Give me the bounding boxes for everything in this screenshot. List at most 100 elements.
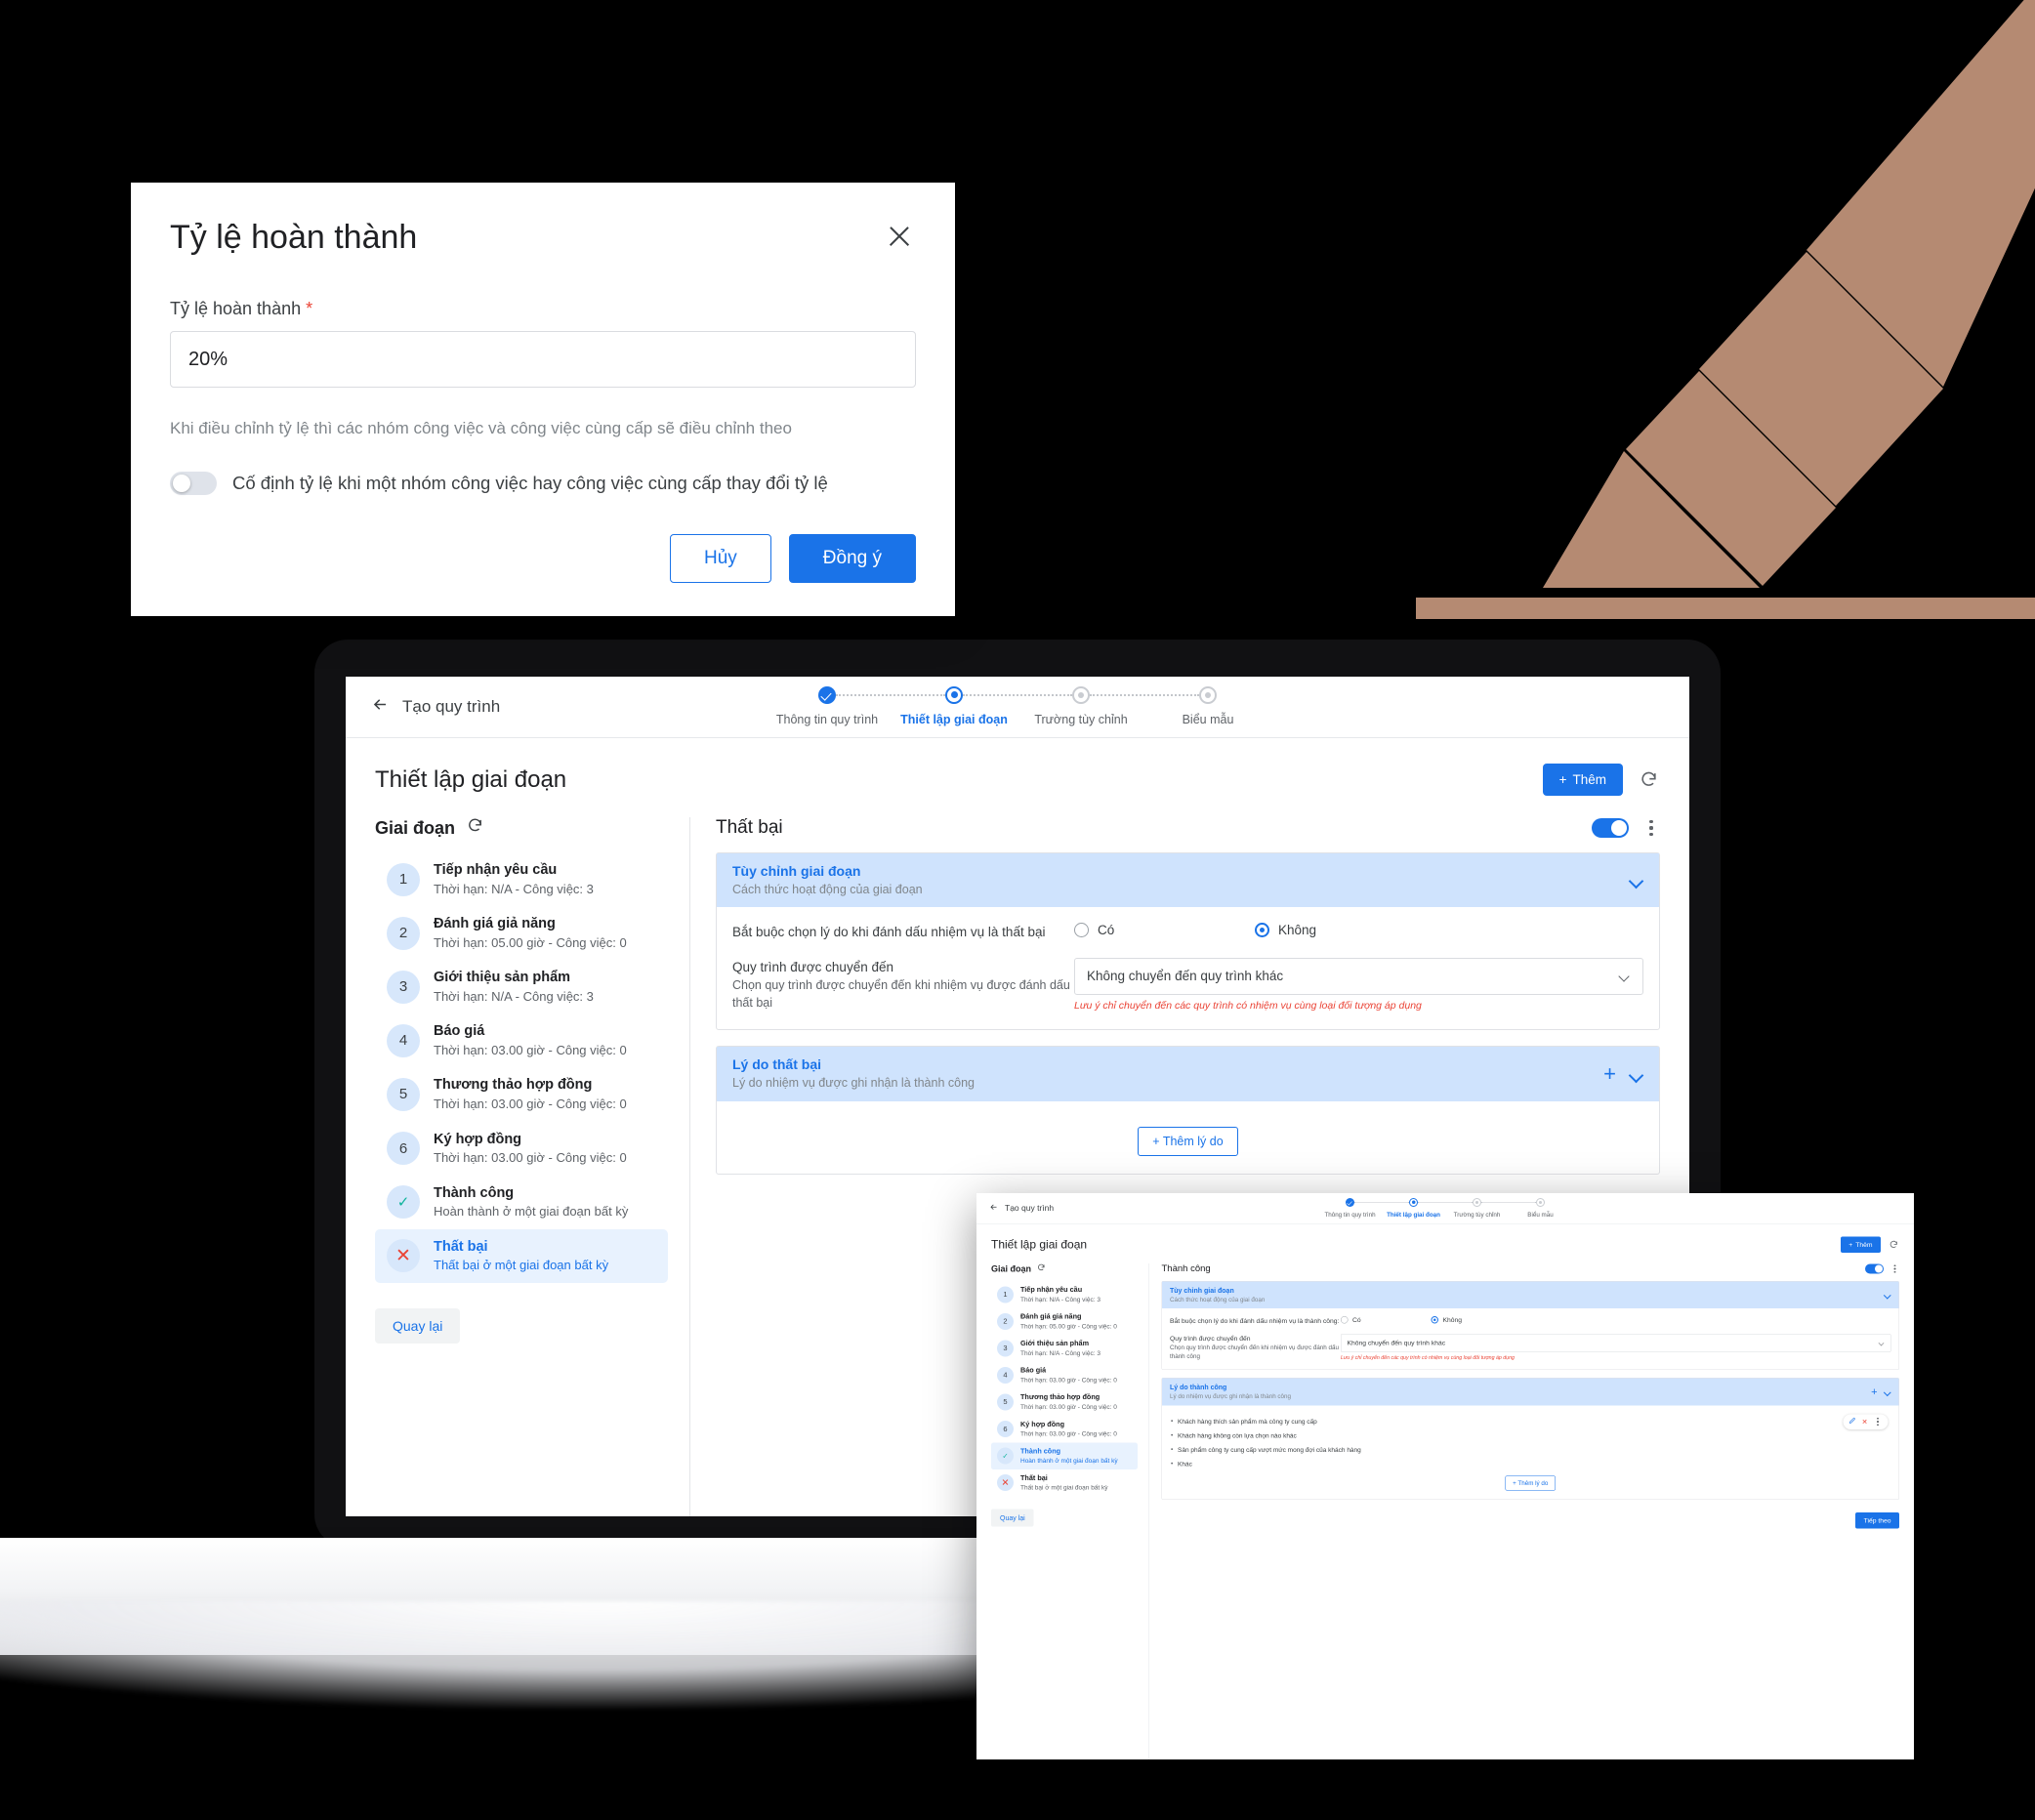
wizard-stepper: Thông tin quy trình Thiết lập giai đoạn … bbox=[764, 685, 1271, 728]
require-reason-row: Bắt buộc chọn lý do khi đánh dấu nhiệm v… bbox=[1170, 1316, 1891, 1326]
stage-item-6[interactable]: 6 Ký hợp đồng Thời hạn: 03.00 giờ - Công… bbox=[375, 1122, 668, 1176]
stage-meta: Thời hạn: 03.00 giờ - Công việc: 0 bbox=[434, 1150, 627, 1166]
success-reason-card-body: Khách hàng thích sản phẩm mà công ty cun… bbox=[1162, 1405, 1899, 1499]
refresh-icon[interactable] bbox=[467, 817, 483, 839]
stage-item-4[interactable]: 4 Báo giá Thời hạn: 03.00 giờ - Công việ… bbox=[991, 1362, 1138, 1389]
stage-item-2[interactable]: 2 Đánh giá giả năng Thời hạn: 05.00 giờ … bbox=[991, 1308, 1138, 1336]
list-item[interactable]: Sản phẩm công ty cung cấp vượt mức mong … bbox=[1170, 1442, 1891, 1457]
chevron-down-icon[interactable] bbox=[1885, 1293, 1891, 1298]
failure-reason-card-header[interactable]: Lý do thất bại Lý do nhiệm vụ được ghi n… bbox=[717, 1047, 1659, 1101]
next-button[interactable]: Tiếp theo bbox=[1855, 1511, 1899, 1529]
radio-no[interactable]: Không bbox=[1255, 923, 1435, 938]
panel-tools bbox=[1865, 1263, 1899, 1274]
transfer-process-value: Không chuyển đến quy trình khác bbox=[1347, 1339, 1446, 1347]
stage-meta: Thời hạn: 03.00 giờ - Công việc: 0 bbox=[434, 1042, 627, 1057]
back-to-process-button[interactable]: Tạo quy trình bbox=[989, 1203, 1054, 1215]
step-2[interactable]: Thiết lập giai đoạn bbox=[891, 685, 1018, 728]
card-title: Lý do thành công bbox=[1170, 1383, 1227, 1391]
radio-no[interactable]: Không bbox=[1431, 1316, 1522, 1324]
cancel-button[interactable]: Hủy bbox=[670, 534, 771, 584]
stage-item-2[interactable]: 2 Đánh giá giả năng Thời hạn: 05.00 giờ … bbox=[375, 906, 668, 960]
radio-circle-selected-icon bbox=[1431, 1316, 1438, 1324]
stage-meta: Thời hạn: 03.00 giờ - Công việc: 0 bbox=[434, 1096, 627, 1111]
add-stage-label: Thêm bbox=[1855, 1241, 1873, 1249]
back-to-process-button[interactable]: Tạo quy trình bbox=[371, 695, 500, 719]
panel-title: Thành công bbox=[1161, 1263, 1211, 1274]
success-reason-card-header[interactable]: Lý do thành công Lý do nhiệm vụ được ghi… bbox=[1162, 1378, 1899, 1406]
stage-item-1[interactable]: 1 Tiếp nhận yêu cầu Thời hạn: N/A - Công… bbox=[375, 852, 668, 906]
card-title: Tùy chỉnh giai đoạn bbox=[1170, 1286, 1234, 1295]
plus-icon[interactable]: + bbox=[1871, 1386, 1877, 1397]
card-subtitle: Cách thức hoạt động của giai đoạn bbox=[732, 882, 923, 896]
custom-stage-card-header[interactable]: Tùy chỉnh giai đoạn Cách thức hoạt động … bbox=[717, 853, 1659, 908]
add-stage-button[interactable]: + Thêm bbox=[1542, 764, 1623, 796]
topbar: Tạo quy trình Thông tin quy trình Thiết … bbox=[976, 1193, 1914, 1224]
radio-yes-label: Có bbox=[1098, 923, 1115, 938]
stage-item-success[interactable]: ✓ Thành công Hoàn thành ở một giai đoạn … bbox=[991, 1442, 1138, 1469]
stage-number: 3 bbox=[997, 1340, 1014, 1357]
stage-list: 1 Tiếp nhận yêu cầu Thời hạn: N/A - Công… bbox=[375, 852, 668, 1283]
list-item[interactable]: Khách hàng không còn lựa chọn nào khác bbox=[1170, 1428, 1891, 1443]
stage-number: 5 bbox=[387, 1077, 420, 1111]
close-x-icon[interactable]: ✕ bbox=[1862, 1419, 1868, 1426]
step-1[interactable]: Thông tin quy trình bbox=[764, 685, 891, 728]
stage-item-1[interactable]: 1 Tiếp nhận yêu cầu Thời hạn: N/A - Công… bbox=[991, 1281, 1138, 1308]
back-button[interactable]: Quay lại bbox=[991, 1509, 1034, 1527]
field-label-text: Tỷ lệ hoàn thành bbox=[170, 299, 302, 319]
stage-item-4[interactable]: 4 Báo giá Thời hạn: 03.00 giờ - Công việ… bbox=[375, 1013, 668, 1067]
stage-enable-toggle[interactable] bbox=[1865, 1263, 1884, 1274]
kebab-menu-icon[interactable] bbox=[1642, 820, 1660, 836]
close-icon[interactable] bbox=[883, 220, 916, 253]
list-item[interactable]: Khách hàng thích sản phẩm mà công ty cun… bbox=[1170, 1414, 1891, 1428]
fix-rate-toggle[interactable] bbox=[170, 472, 217, 496]
step-3[interactable]: Trường tùy chỉnh bbox=[1018, 685, 1144, 728]
fix-rate-toggle-row: Cố định tỷ lệ khi một nhóm công việc hay… bbox=[170, 472, 916, 496]
refresh-icon[interactable] bbox=[1037, 1263, 1046, 1274]
stage-item-5[interactable]: 5 Thương thảo hợp đồng Thời hạn: 03.00 g… bbox=[991, 1388, 1138, 1416]
stage-item-success[interactable]: ✓ Thành công Hoàn thành ở một giai đoạn … bbox=[375, 1176, 668, 1229]
stage-meta: Thời hạn: 03.00 giờ - Công việc: 0 bbox=[1020, 1429, 1117, 1438]
add-stage-button[interactable]: + Thêm bbox=[1840, 1236, 1881, 1253]
transfer-process-select[interactable]: Không chuyển đến quy trình khác bbox=[1074, 957, 1643, 995]
page-header-actions: + Thêm bbox=[1840, 1236, 1899, 1253]
stage-number: 6 bbox=[387, 1132, 420, 1166]
refresh-icon[interactable] bbox=[1637, 768, 1660, 792]
back-button[interactable]: Quay lại bbox=[375, 1307, 461, 1344]
stage-item-failure[interactable]: ✕ Thất bại Thất bại ở một giai đoạn bất … bbox=[375, 1228, 668, 1283]
custom-stage-card-header[interactable]: Tùy chỉnh giai đoạn Cách thức hoạt động … bbox=[1162, 1281, 1899, 1309]
stage-list-column: Giai đoạn 1 Tiếp nhận yêu cầu Thời hạn: … bbox=[375, 817, 689, 1516]
refresh-icon[interactable] bbox=[1888, 1239, 1899, 1251]
transfer-hint: Chọn quy trình được chuyển đến khi nhiệm… bbox=[1170, 1344, 1339, 1360]
stage-item-5[interactable]: 5 Thương thảo hợp đồng Thời hạn: 03.00 g… bbox=[375, 1067, 668, 1121]
stage-number: 4 bbox=[387, 1023, 420, 1057]
list-item[interactable]: Khác bbox=[1170, 1457, 1891, 1471]
chevron-down-icon[interactable] bbox=[1630, 1070, 1643, 1079]
add-reason-button[interactable]: + Thêm lý do bbox=[1505, 1475, 1556, 1491]
step-4[interactable]: Biểu mẫu bbox=[1144, 685, 1271, 728]
stage-item-failure[interactable]: ✕ Thất bại Thất bại ở một giai đoạn bất … bbox=[991, 1469, 1138, 1497]
stage-item-3[interactable]: 3 Giới thiệu sản phẩm Thời hạn: N/A - Cô… bbox=[375, 960, 668, 1013]
step-1-dot bbox=[818, 685, 836, 704]
plus-icon[interactable]: + bbox=[1603, 1063, 1616, 1085]
chevron-down-icon[interactable] bbox=[1885, 1389, 1891, 1394]
pencil-edit-icon[interactable] bbox=[1849, 1417, 1856, 1427]
close-x-icon: ✕ bbox=[997, 1474, 1014, 1492]
stage-item-6[interactable]: 6 Ký hợp đồng Thời hạn: 03.00 giờ - Công… bbox=[991, 1416, 1138, 1443]
radio-yes[interactable]: Có bbox=[1341, 1316, 1432, 1324]
radio-yes[interactable]: Có bbox=[1074, 923, 1255, 938]
require-reason-row: Bắt buộc chọn lý do khi đánh dấu nhiệm v… bbox=[732, 923, 1643, 942]
kebab-menu-icon[interactable] bbox=[1874, 1418, 1883, 1426]
chevron-down-icon[interactable] bbox=[1630, 876, 1643, 885]
card-title: Tùy chỉnh giai đoạn bbox=[732, 863, 861, 879]
confirm-button[interactable]: Đồng ý bbox=[788, 534, 916, 584]
stage-number: 6 bbox=[997, 1421, 1014, 1438]
stepper-connector-3 bbox=[1090, 693, 1199, 698]
content-columns: Giai đoạn 1 Tiếp nhận yêu cầu Thời hạn: … bbox=[991, 1263, 1899, 1759]
stage-item-3[interactable]: 3 Giới thiệu sản phẩm Thời hạn: N/A - Cô… bbox=[991, 1335, 1138, 1362]
completion-rate-input[interactable]: 20% bbox=[170, 331, 916, 389]
transfer-process-select[interactable]: Không chuyển đến quy trình khác bbox=[1341, 1333, 1891, 1352]
panel-tools bbox=[1592, 818, 1660, 838]
add-reason-button[interactable]: + Thêm lý do bbox=[1138, 1126, 1238, 1156]
stage-enable-toggle[interactable] bbox=[1592, 818, 1629, 838]
kebab-menu-icon[interactable] bbox=[1890, 1264, 1899, 1273]
